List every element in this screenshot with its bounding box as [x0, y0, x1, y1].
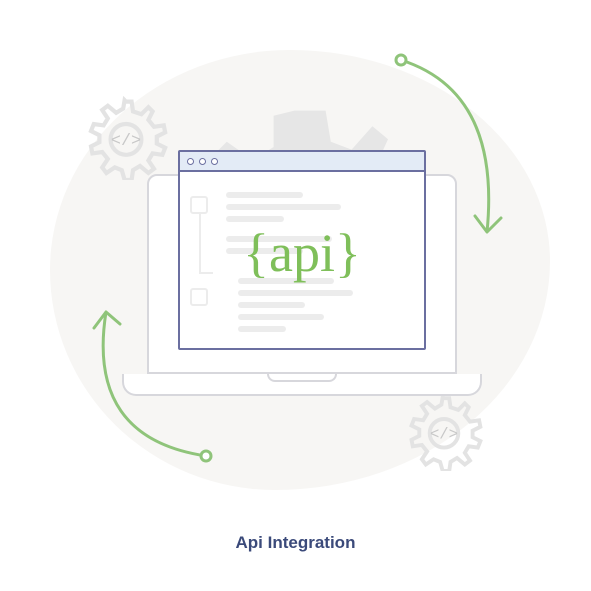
browser-window: {api} — [178, 150, 426, 350]
code-glyph: </> — [430, 426, 458, 444]
api-label: {api} — [243, 222, 361, 284]
window-dot-icon — [187, 158, 194, 165]
browser-body: {api} — [180, 172, 424, 348]
code-glyph: </> — [111, 132, 141, 151]
browser-titlebar — [180, 152, 424, 172]
window-dot-icon — [211, 158, 218, 165]
caption-text: Api Integration — [0, 533, 591, 553]
gear-small-top-icon: </> — [84, 96, 168, 180]
window-dot-icon — [199, 158, 206, 165]
illustration-stage: </> </> — [0, 0, 591, 591]
gear-small-bottom-icon: </> — [405, 393, 483, 471]
